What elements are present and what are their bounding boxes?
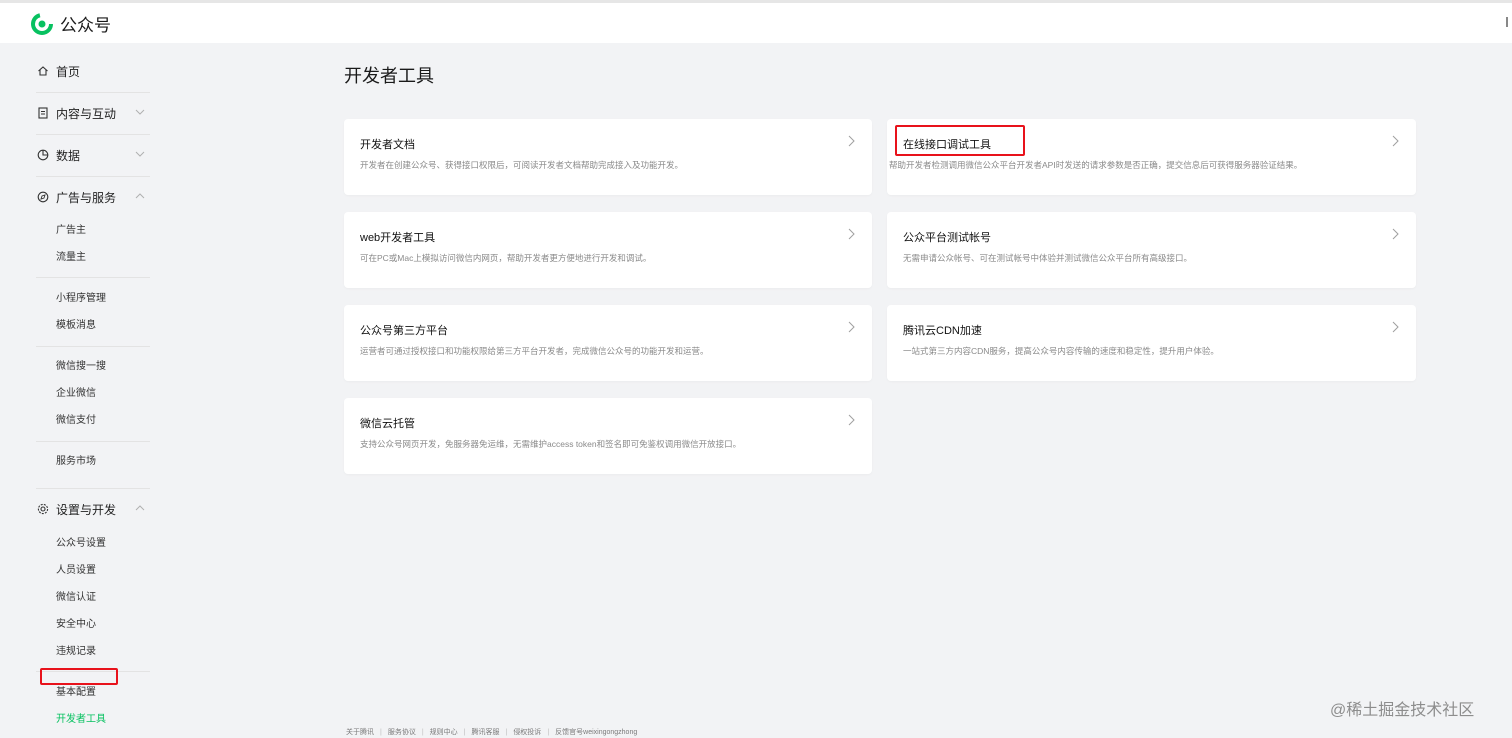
card-title: 微信云托管 (360, 418, 415, 430)
logo[interactable]: 公众号 (30, 11, 111, 36)
card-dev-docs[interactable]: 开发者文档 开发者在创建公众号、获得接口权限后，可阅读开发者文档帮助完成接入及功… (344, 119, 872, 195)
sidebar-item-miniprogram[interactable]: 小程序管理 (56, 292, 106, 306)
highlight-box-sidebar (40, 668, 118, 685)
chevron-right-icon (848, 135, 855, 147)
divider (36, 92, 150, 93)
gear-icon (36, 502, 50, 516)
sidebar: 首页 内容与互动 数据 广告与服务 广告主 流量主 小程序管理 模板消息 微信搜… (0, 43, 168, 738)
sidebar-item-market[interactable]: 服务市场 (56, 455, 96, 469)
sidebar-item-member-settings[interactable]: 人员设置 (56, 564, 96, 578)
card-web-devtools[interactable]: web开发者工具 可在PC或Mac上模拟访问微信内网页，帮助开发者更方便地进行开… (344, 212, 872, 288)
sidebar-item-wecom[interactable]: 企业微信 (56, 387, 96, 401)
nav-home-label: 首页 (56, 64, 81, 79)
nav-content[interactable]: 内容与互动 (36, 103, 152, 123)
card-title: 开发者文档 (360, 139, 415, 151)
nav-home[interactable]: 首页 (36, 61, 152, 81)
app-name: 公众号 (60, 16, 111, 35)
chevron-right-icon (1392, 321, 1399, 333)
divider (36, 441, 150, 442)
footer-divider: | (463, 728, 466, 736)
document-icon (36, 106, 50, 120)
card-desc: 一站式第三方内容CDN服务，提高公众号内容传输的速度和稳定性，提升用户体验。 (903, 346, 1219, 356)
card-third-party[interactable]: 公众号第三方平台 运营者可通过授权接口和功能权限给第三方平台开发者，完成微信公众… (344, 305, 872, 381)
sidebar-item-wxpay[interactable]: 微信支付 (56, 414, 96, 428)
highlight-box-card (895, 125, 1025, 156)
nav-settings[interactable]: 设置与开发 (36, 499, 152, 519)
chevron-right-icon (848, 228, 855, 240)
divider (36, 134, 150, 135)
nav-data-label: 数据 (56, 148, 81, 163)
card-title: 腾讯云CDN加速 (903, 325, 982, 337)
chevron-up-icon (135, 193, 145, 199)
nav-settings-label: 设置与开发 (56, 502, 117, 517)
footer-divider: | (547, 728, 550, 736)
sidebar-item-dev-tools[interactable]: 开发者工具 (56, 713, 106, 727)
user-icon[interactable] (1506, 17, 1512, 27)
card-title: 公众号第三方平台 (360, 325, 448, 337)
chevron-right-icon (848, 414, 855, 426)
divider (36, 277, 150, 278)
footer-divider: | (421, 728, 424, 736)
footer-divider: | (505, 728, 508, 736)
home-icon (36, 64, 50, 78)
footer-link[interactable]: 关于腾讯 (346, 727, 374, 737)
chevron-right-icon (1392, 228, 1399, 240)
chevron-down-icon (135, 109, 145, 115)
compass-icon (36, 190, 50, 204)
footer-link[interactable]: 服务协议 (388, 727, 416, 737)
sidebar-item-account-settings[interactable]: 公众号设置 (56, 537, 106, 551)
nav-ads[interactable]: 广告与服务 (36, 187, 152, 207)
sidebar-item-security[interactable]: 安全中心 (56, 618, 96, 632)
nav-ads-label: 广告与服务 (56, 190, 117, 205)
divider (36, 488, 150, 489)
card-desc: 运营者可通过授权接口和功能权限给第三方平台开发者，完成微信公众号的功能开发和运营… (360, 346, 709, 356)
footer-divider: | (380, 728, 382, 736)
divider (36, 176, 150, 177)
footer-link[interactable]: 侵权投诉 (513, 727, 541, 737)
card-title: 公众平台测试帐号 (903, 232, 991, 244)
card-test-account[interactable]: 公众平台测试帐号 无需申请公众帐号、可在测试帐号中体验并测试微信公众平台所有高级… (887, 212, 1416, 288)
card-cdn[interactable]: 腾讯云CDN加速 一站式第三方内容CDN服务，提高公众号内容传输的速度和稳定性，… (887, 305, 1416, 381)
card-desc: 帮助开发者检测调用微信公众平台开发者API时发送的请求参数是否正确，提交信息后可… (889, 160, 1303, 170)
divider (36, 346, 150, 347)
page-title: 开发者工具 (344, 66, 434, 86)
wechat-mp-logo-icon (31, 12, 53, 35)
card-title: web开发者工具 (360, 232, 436, 244)
chevron-up-icon (135, 505, 145, 511)
chevron-down-icon (135, 151, 145, 157)
sidebar-item-basic-config[interactable]: 基本配置 (56, 686, 96, 700)
chevron-right-icon (1392, 135, 1399, 147)
sidebar-item-advertiser[interactable]: 广告主 (56, 224, 86, 238)
footer: 关于腾讯 | 服务协议 | 规则中心 | 腾讯客服 | 侵权投诉 | 反馈官号w… (346, 727, 637, 737)
footer-link[interactable]: 腾讯客服 (471, 727, 499, 737)
sidebar-item-verification[interactable]: 微信认证 (56, 591, 96, 605)
sidebar-item-wx-search[interactable]: 微信搜一搜 (56, 360, 106, 374)
card-desc: 可在PC或Mac上模拟访问微信内网页，帮助开发者更方便地进行开发和调试。 (360, 253, 652, 263)
sidebar-item-violations[interactable]: 违规记录 (56, 645, 96, 659)
footer-link[interactable]: 规则中心 (430, 727, 458, 737)
sidebar-item-template-msg[interactable]: 模板消息 (56, 319, 96, 333)
nav-content-label: 内容与互动 (56, 106, 117, 121)
top-bar: 公众号 (0, 0, 1512, 43)
card-desc: 支持公众号网页开发，免服务器免运维，无需维护access token和签名即可免… (360, 439, 742, 449)
card-desc: 无需申请公众帐号、可在测试帐号中体验并测试微信公众平台所有高级接口。 (903, 253, 1193, 263)
chevron-right-icon (848, 321, 855, 333)
pie-chart-icon (36, 148, 50, 162)
sidebar-item-publisher[interactable]: 流量主 (56, 251, 86, 265)
card-cloud-hosting[interactable]: 微信云托管 支持公众号网页开发，免服务器免运维，无需维护access token… (344, 398, 872, 474)
card-desc: 开发者在创建公众号、获得接口权限后，可阅读开发者文档帮助完成接入及功能开发。 (360, 160, 684, 170)
nav-data[interactable]: 数据 (36, 145, 152, 165)
footer-link[interactable]: 反馈官号weixingongzhong (555, 727, 637, 737)
watermark: @稀土掘金技术社区 (1330, 702, 1475, 719)
